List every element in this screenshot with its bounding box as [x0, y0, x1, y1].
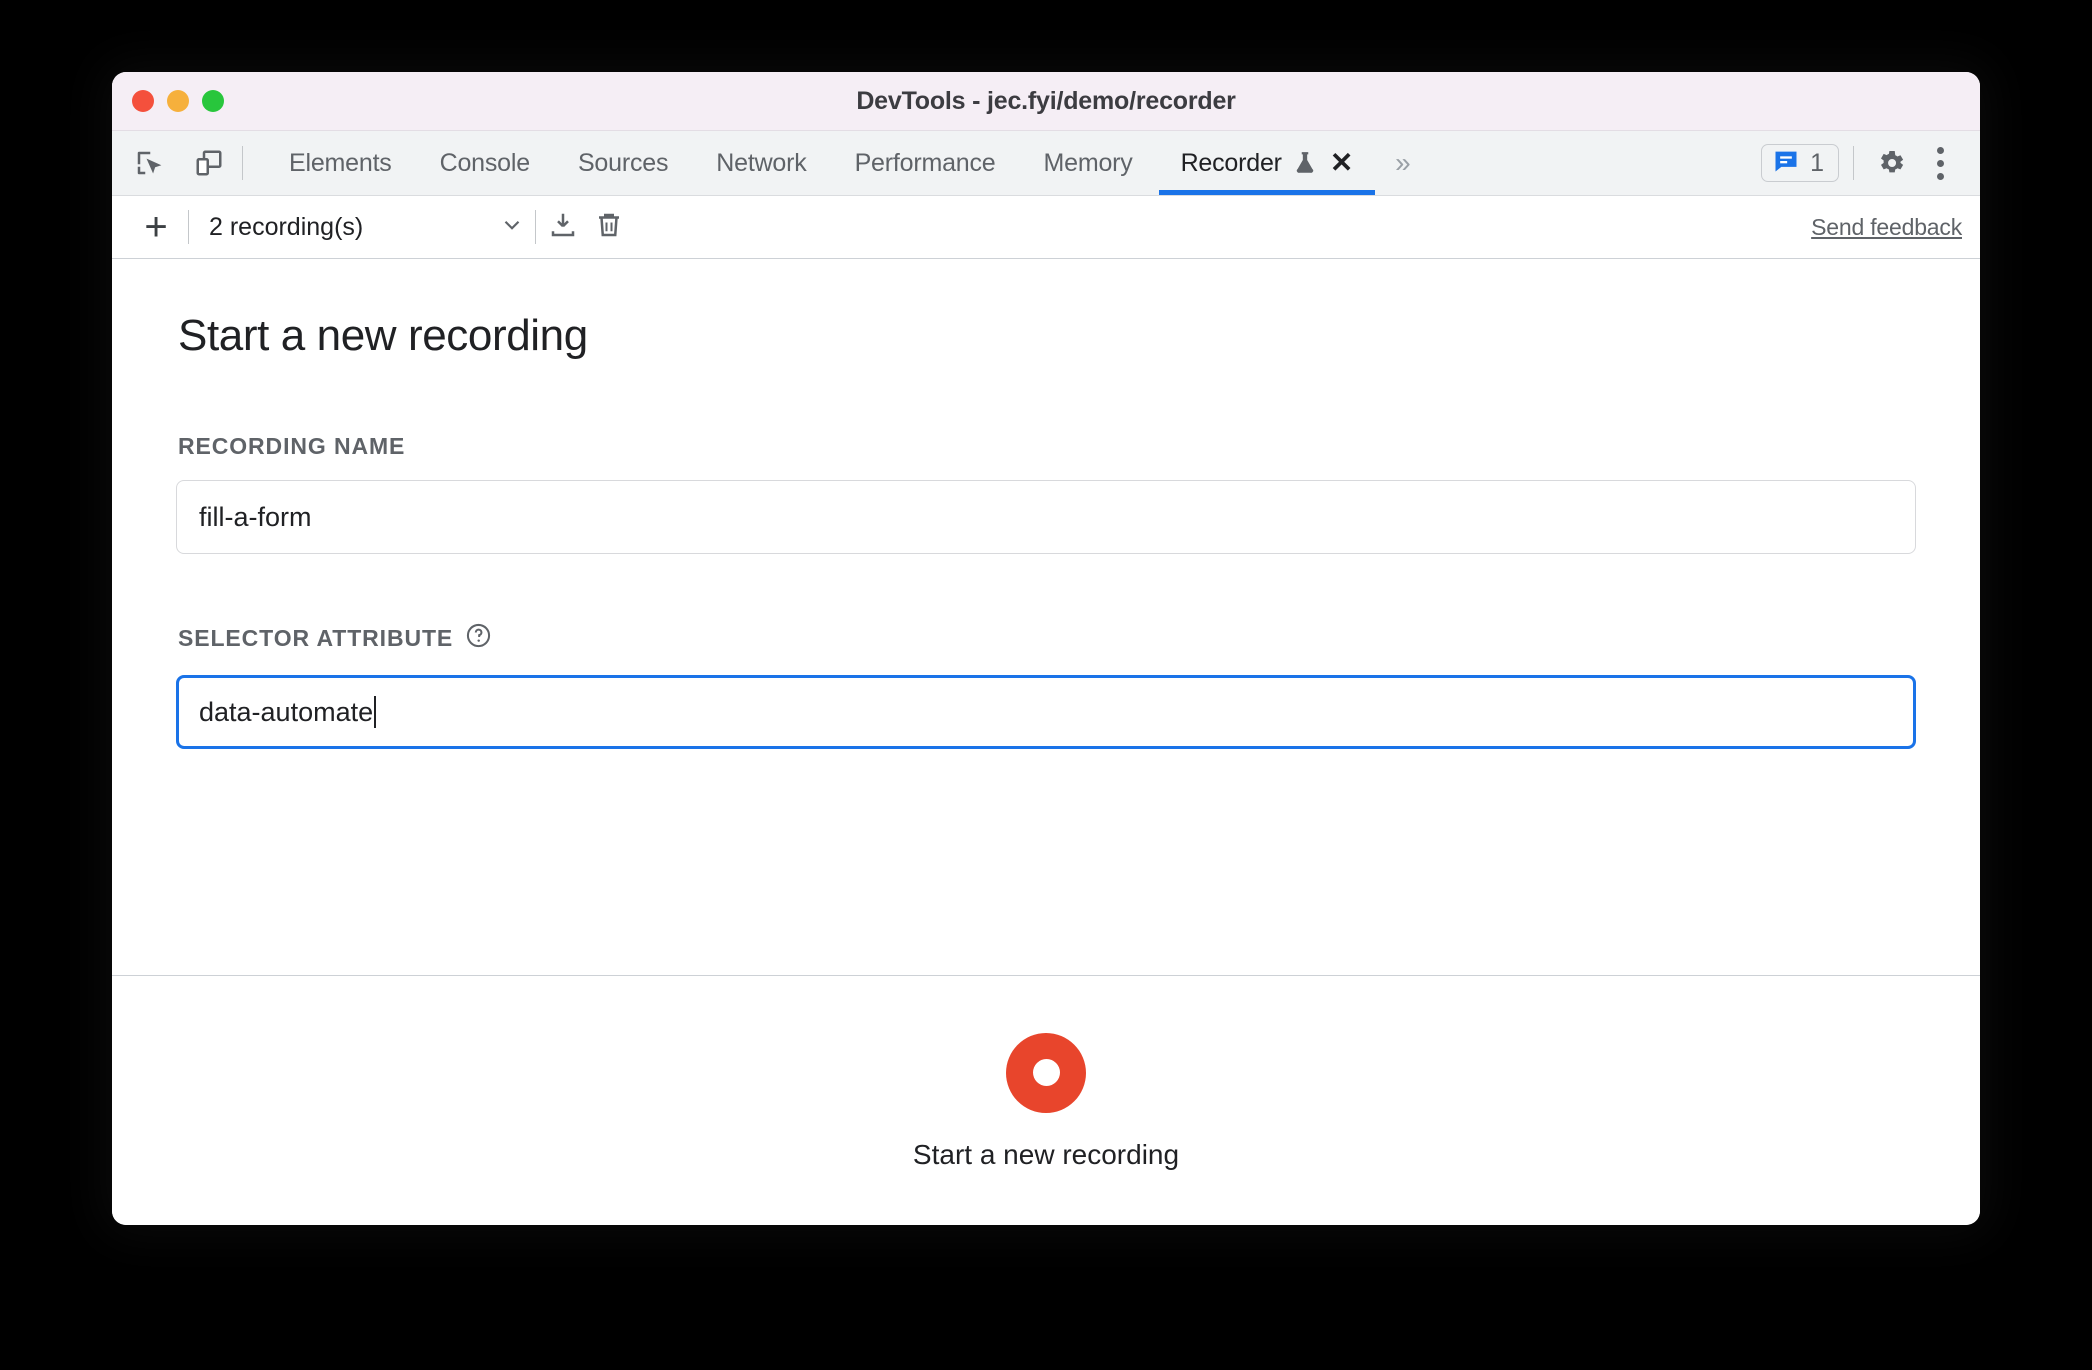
minimize-window-button[interactable]	[167, 90, 189, 112]
close-tab-icon[interactable]: ✕	[1330, 149, 1353, 177]
recording-name-label-text: RECORDING NAME	[178, 433, 406, 459]
console-messages-badge[interactable]: 1	[1761, 144, 1839, 182]
traffic-lights	[132, 90, 224, 112]
recorder-actions	[548, 210, 624, 245]
page-title: Start a new recording	[178, 311, 588, 360]
trash-icon[interactable]	[594, 210, 624, 245]
recorder-main-panel: Start a new recording RECORDING NAME fil…	[112, 259, 1980, 975]
tab-label: Memory	[1043, 148, 1133, 177]
tab-label: Network	[716, 148, 807, 177]
tab-memory[interactable]: Memory	[1019, 131, 1156, 195]
help-circle-icon[interactable]	[465, 622, 492, 655]
tab-label: Performance	[854, 148, 996, 177]
recorder-footer: Start a new recording	[112, 975, 1980, 1225]
window-title: DevTools - jec.fyi/demo/recorder	[856, 86, 1236, 115]
devtools-tabbar: Elements Console Sources Network Perform…	[112, 131, 1980, 196]
start-recording-label: Start a new recording	[912, 1138, 1180, 1170]
tab-label: Elements	[289, 148, 392, 177]
tab-label: Sources	[577, 148, 669, 177]
devtools-window: DevTools - jec.fyi/demo/recorder Element…	[112, 72, 1980, 1225]
text-caret	[374, 696, 377, 728]
tab-performance[interactable]: Performance	[831, 131, 1020, 195]
tab-sources[interactable]: Sources	[554, 131, 692, 195]
record-icon	[1032, 1059, 1060, 1086]
screenshot-stage: DevTools - jec.fyi/demo/recorder Element…	[0, 0, 2092, 1370]
message-bubble-icon	[1772, 147, 1800, 180]
recording-name-input[interactable]: fill-a-form	[176, 480, 1916, 554]
tabbar-right-icons: 1	[1761, 131, 1980, 195]
right-icons-divider	[1853, 146, 1854, 180]
recording-name-value: fill-a-form	[199, 501, 312, 532]
selector-attribute-input[interactable]: data-automate	[176, 675, 1916, 749]
recordings-dropdown[interactable]: 2 recording(s)	[209, 212, 525, 243]
add-recording-button[interactable]: +	[134, 207, 178, 247]
tabbar-divider	[242, 146, 243, 180]
selector-attribute-value: data-automate	[199, 696, 374, 727]
start-recording-button[interactable]	[1006, 1032, 1086, 1113]
tab-recorder[interactable]: Recorder ✕	[1157, 131, 1378, 195]
tab-network[interactable]: Network	[692, 131, 830, 195]
recorder-toolbar: + 2 recording(s) Send feedback	[112, 196, 1980, 259]
inspect-element-icon[interactable]	[126, 140, 172, 186]
chevron-down-icon	[499, 212, 525, 243]
maximize-window-button[interactable]	[202, 90, 224, 112]
kebab-menu-icon[interactable]	[1918, 141, 1962, 185]
toolbar-divider-1	[188, 210, 189, 244]
field-spacer	[176, 554, 1916, 622]
close-window-button[interactable]	[132, 90, 154, 112]
tab-console[interactable]: Console	[416, 131, 554, 195]
tabbar-left-icons	[112, 131, 232, 195]
more-tabs-icon[interactable]: »	[1377, 131, 1425, 195]
send-feedback-link[interactable]: Send feedback	[1811, 214, 1962, 241]
recording-name-label: RECORDING NAME	[178, 433, 1916, 460]
selector-attribute-label-text: SELECTOR ATTRIBUTE	[178, 625, 454, 651]
toolbar-divider-2	[535, 210, 536, 244]
window-titlebar: DevTools - jec.fyi/demo/recorder	[112, 72, 1980, 131]
devtools-tabs: Elements Console Sources Network Perform…	[265, 131, 1377, 195]
experiment-flask-icon	[1292, 150, 1318, 176]
tab-label: Console	[439, 148, 531, 177]
tab-elements[interactable]: Elements	[265, 131, 416, 195]
download-icon[interactable]	[548, 210, 578, 245]
recordings-count-label: 2 recording(s)	[209, 212, 364, 241]
selector-attribute-label: SELECTOR ATTRIBUTE	[178, 622, 1916, 655]
device-toolbar-icon[interactable]	[186, 140, 232, 186]
gear-icon[interactable]	[1868, 140, 1914, 186]
message-count: 1	[1810, 148, 1824, 177]
tab-label: Recorder	[1180, 148, 1282, 177]
